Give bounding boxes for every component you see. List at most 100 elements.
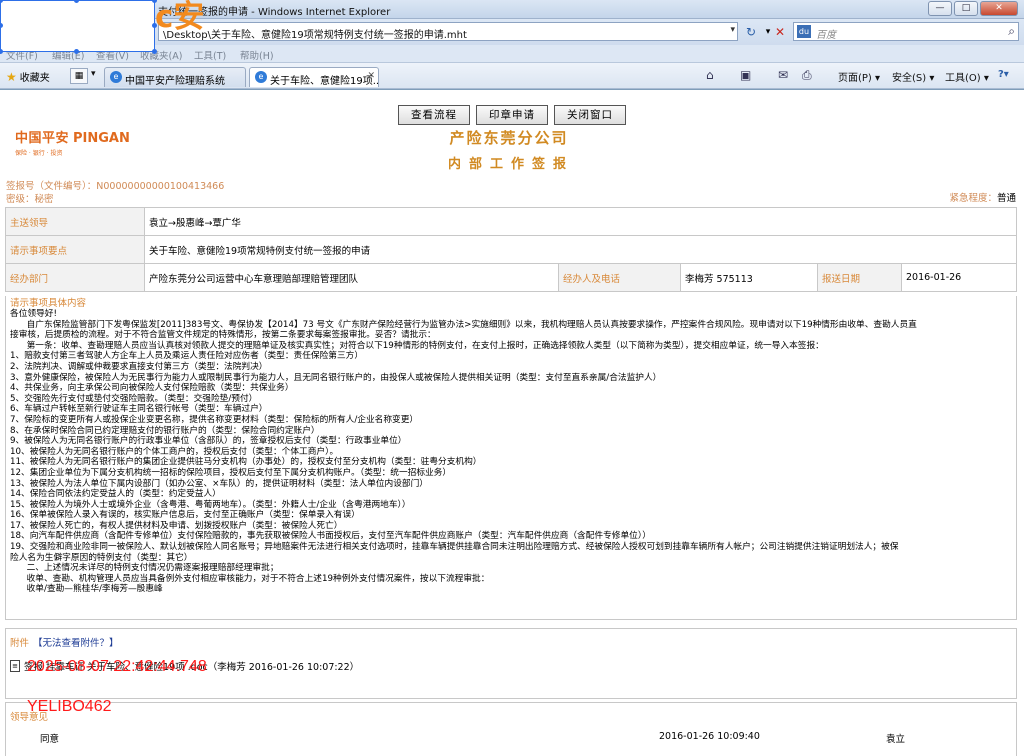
favorites-bar: ★ 收藏夹 ▦ ▾ e 中国平安产险理赔系统 e 关于车险、意健险19项... … (0, 63, 1024, 89)
address-bar[interactable]: \Desktop\关于车险、意健险19项常规特例支付统一签报的申请.mht ▾ (158, 22, 738, 41)
close-window-button[interactable]: ✕ (980, 1, 1018, 16)
content-line: 各位领导好! (10, 309, 57, 319)
dept-label: 经办部门 (5, 263, 145, 292)
safety-menu[interactable]: 安全(S) ▾ (892, 69, 934, 84)
content-line: 16、保单被保险人录入有误的，核实账户信息后，支付至正确账户（类型：保单录入有误… (10, 510, 360, 521)
leader-value: 袁立→殷惠峰→覃广华 (144, 207, 1017, 236)
content-line: 7、保险标的变更所有人或投保企业变更名称，提供名称变更材料（类型：保险标的所有人… (10, 414, 419, 425)
content-line: 收单、查勘、机构管理人员应当具备例外支付相应审核能力，对于不符合上述19种例外支… (10, 573, 490, 584)
leader-label: 主送领导 (5, 207, 145, 236)
dept-value: 产险东莞分公司运营中心车意理赔部理赔管理团队 (144, 263, 559, 292)
content-line: 1、赔款支付第三者驾驶人方企车上人员及乘运人责任险对应伤者（类型：责任保险第三方… (10, 351, 364, 362)
attachment-help-link[interactable]: 【无法查看附件？】 (33, 638, 119, 649)
content-line: 17、被保险人死亡的，有权人提供材料及申请、划拨授权账户（类型：被保险人死亡） (10, 520, 343, 531)
content-line: 15、被保险人为境外人士或境外企业（含粤港、粤葡两地车）。（类型：外籍人士/企业… (10, 499, 411, 510)
content-line: 险人名为生僻字原因的特例支付（类型：其它） (10, 552, 193, 563)
star-icon: ★ (6, 69, 17, 84)
content-line: 第一条：收单、查勘理赔人员应当认真核对领款人提交的理赔单证及核实真实性；对符合以… (10, 340, 824, 351)
attachment-header: 附件 【无法查看附件？】 (10, 635, 119, 649)
content-line: 11、被保险人为无同名银行账户的集团企业提供驻马分支机构（办事处）的，授权支付至… (10, 457, 482, 468)
leader-comments: 领导意见 同意 2016-01-26 10:09:40 袁立 (5, 702, 1017, 756)
view-flow-button[interactable]: 查看流程 (398, 105, 470, 125)
address-url: \Desktop\关于车险、意健险19项常规特例支付统一签报的申请.mht (163, 30, 467, 41)
window-controls: — □ ✕ (928, 1, 1018, 16)
comment-text: 同意 (40, 734, 60, 745)
content-line: 5、交强险先行支付或垫付交强险赔款。（类型：交强险垫/预付） (10, 393, 258, 404)
content-line: 3、意外健康保险，被保险人为无民事行为能力人或限制民事行为能力人，且无同名银行账… (10, 372, 662, 383)
home-icon[interactable]: ⌂ (706, 68, 714, 82)
page-menu[interactable]: 页面(P) ▾ (838, 69, 880, 84)
attachment-label: 附件 (10, 638, 30, 649)
selection-box (0, 0, 157, 54)
baidu-icon: du (797, 25, 811, 38)
content-line: 自广东保险监管部门下发粤保监发[2011]383号文、粤保协发【2014】73 … (10, 319, 917, 330)
table-row: 请示事项要点 关于车险、意健险19项常规特例支付统一签报的申请 (5, 235, 1017, 264)
content-line: 8、在承保时保险合同已约定理赔支付的银行账户的（类型：保险合同约定账户） (10, 425, 320, 436)
person-label: 经办人及电话 (558, 263, 681, 292)
content-line: 收单/查勘—熊桂华/李梅芳—殷惠峰 (10, 584, 163, 595)
date-value: 2016-01-26 (901, 263, 1017, 292)
tab-current-document[interactable]: e 关于车险、意健险19项... ✕ (249, 67, 379, 87)
ie-icon: e (255, 71, 267, 83)
chevron-down-icon[interactable]: ▾ (91, 69, 96, 79)
urgency: 紧急程度：普通 (949, 190, 1016, 204)
content-line: 13、被保险人为法人单位下属内设部门（如办公室、×车队）的，提供证明材料（类型：… (10, 478, 428, 489)
org-name: 产险东莞分公司 (449, 129, 569, 147)
table-row: 经办部门 产险东莞分公司运营中心车意理赔部理赔管理团队 经办人及电话 李梅芳 5… (5, 263, 1017, 292)
maximize-button[interactable]: □ (954, 1, 978, 16)
close-tab-icon[interactable]: ✕ (367, 71, 375, 81)
close-page-button[interactable]: 关闭窗口 (554, 105, 626, 125)
logo-tagline: 保险 · 银行 · 投资 (15, 150, 63, 157)
subject-value: 关于车险、意健险19项常规特例支付统一签报的申请 (144, 235, 1017, 264)
favorites-label: 收藏夹 (19, 73, 50, 84)
content-line: 二、上述情况未详尽的特例支付情况仍需逐案报理赔部经理审批； (10, 563, 279, 574)
search-box[interactable]: du 百度 ⌕ (793, 22, 1019, 41)
urgency-label: 紧急程度： (949, 193, 997, 204)
quick-tabs-icon[interactable]: ▦ (70, 68, 88, 84)
document-icon: ≡ (10, 660, 20, 672)
logo-cn: 中国平安 (15, 131, 70, 146)
logo-en: PINGAN (73, 131, 130, 146)
content-line: 9、被保险人为无同名银行账户的行政事业单位（含部队）的，签章授权后支付（类型：行… (10, 436, 407, 447)
info-table: 主送领导 袁立→殷惠峰→覃广华 请示事项要点 关于车险、意健险19项常规特例支付… (5, 207, 1017, 292)
search-input[interactable]: 百度 (816, 26, 836, 41)
comment-signer: 袁立 (886, 734, 906, 745)
doc-number: 签报号（文件编号）：N00000000000100413466 (6, 178, 224, 192)
seal-apply-button[interactable]: 印章申请 (476, 105, 548, 125)
page-content: 查看流程 印章申请 关闭窗口 中国平安 PINGAN 保险 · 银行 · 投资 产… (0, 89, 1024, 756)
refresh-icon[interactable]: ↻ (742, 23, 760, 41)
menu-help[interactable]: 帮助(H) (240, 48, 274, 62)
content-line: 19、交强险和商业险非同一被保险人、默认划被保险人同名账号；异地赔案件无法进行相… (10, 542, 899, 553)
chevron-down-icon[interactable]: ▾ (730, 25, 735, 35)
overlay-timestamp: 2025-08-07 22:42:44.748 (27, 658, 207, 675)
content-line: 10、被保险人为无同名银行账户的个体工商户的，授权后支付（类型：个体工商户）。 (10, 446, 339, 457)
content-line: 12、集团企业单位为下属分支机构统一招标的保险项目，授权后支付至下属分支机构账户… (10, 467, 452, 478)
table-row: 主送领导 袁立→殷惠峰→覃广华 (5, 207, 1017, 236)
minimize-button[interactable]: — (928, 1, 952, 16)
overlay-logo-text: c安 (155, 0, 205, 35)
content-line: 18、向汽车配件供应商（含配件专修单位）支付保险赔款的，事先获取被保险人书面授权… (10, 531, 651, 542)
overlay-watermark: YELIBO462 (27, 698, 112, 715)
tools-menu[interactable]: 工具(O) ▾ (945, 69, 989, 84)
urgency-value: 普通 (996, 193, 1016, 204)
search-icon[interactable]: ⌕ (1008, 24, 1015, 39)
form-title: 内部工作签报 (447, 157, 574, 172)
favorites-button[interactable]: ★ 收藏夹 (6, 69, 50, 85)
content-line: 6、车辆过户转帐至新行驶证车主同名银行帐号（类型：车辆过户） (10, 404, 268, 415)
doc-number-value: N00000000000100413466 (96, 181, 225, 192)
content-line: 接审核，后提质检的流程。对于不符合监管文件规定的特殊情形，按第二条要求每案签报审… (10, 330, 436, 341)
stop-icon[interactable]: ✕ (771, 23, 789, 41)
menu-tools[interactable]: 工具(T) (194, 48, 226, 62)
subject-label: 请示事项要点 (5, 235, 145, 264)
content-line: 4、共保业务，向主承保公司向被保险人支付保险赔款（类型：共保业务） (10, 383, 294, 394)
pingan-logo: 中国平安 PINGAN 保险 · 银行 · 投资 (15, 127, 130, 157)
print-icon[interactable]: ⎙ (802, 68, 812, 83)
tab-label: 中国平安产险理赔系统 (125, 76, 225, 87)
tab-label: 关于车险、意健险19项... (270, 76, 379, 87)
mail-icon[interactable]: ✉ (778, 68, 788, 82)
help-menu[interactable]: ?▾ (998, 69, 1009, 80)
tab-claims-system[interactable]: e 中国平安产险理赔系统 (104, 67, 246, 87)
comment-time: 2016-01-26 10:09:40 (659, 731, 760, 742)
rss-icon[interactable]: ▣ (740, 68, 751, 82)
content-line: 2、法院判决、调解或仲裁要求直接支付第三方（类型：法院判决） (10, 361, 268, 372)
